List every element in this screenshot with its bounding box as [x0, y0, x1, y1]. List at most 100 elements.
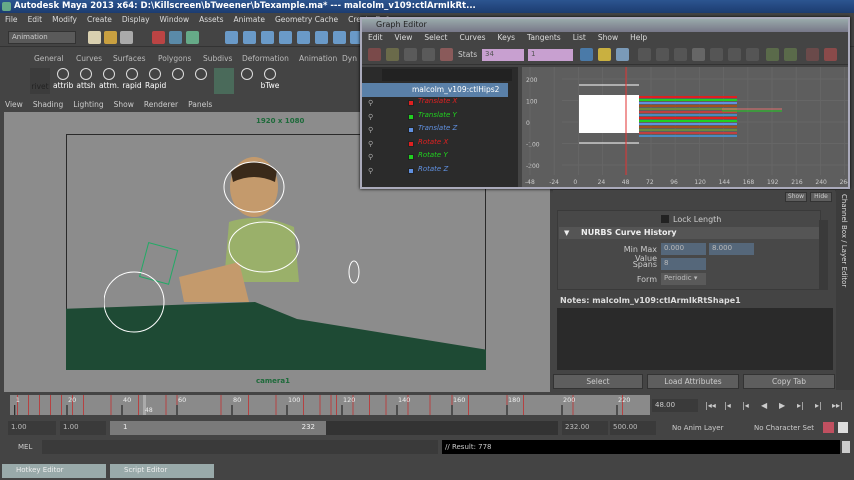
channel-box-tab[interactable]: Channel Box / Layer Editor	[836, 190, 854, 390]
panel-menu-lighting[interactable]: Lighting	[68, 98, 108, 112]
ge-menu-help[interactable]: Help	[624, 32, 653, 45]
panel-menu-view[interactable]: View	[0, 98, 28, 112]
stats-field-value[interactable]: 1	[528, 49, 573, 61]
shelf-tab-general[interactable]: General	[34, 54, 64, 63]
shelf-item-rivet[interactable]: rivet	[30, 68, 50, 94]
panel-menu-renderer[interactable]: Renderer	[139, 98, 183, 112]
shelf-item-attsh[interactable]: attsh	[76, 68, 96, 94]
snap-point-icon[interactable]	[261, 31, 274, 44]
shelf-tab-polygons[interactable]: Polygons	[158, 54, 191, 63]
ge-menu-show[interactable]: Show	[592, 32, 624, 45]
panel-menu-show[interactable]: Show	[109, 98, 139, 112]
step-forward-frame-button[interactable]: ▸|	[797, 401, 804, 410]
menu-modify[interactable]: Modify	[47, 13, 82, 28]
graph-editor-title[interactable]: Graph Editor	[362, 19, 848, 32]
snap-surface-icon[interactable]	[297, 31, 310, 44]
playback-start-field[interactable]: 1.00	[60, 421, 106, 435]
history-icon[interactable]	[315, 31, 328, 44]
command-input[interactable]	[42, 440, 438, 454]
plateau-tangent-icon[interactable]	[746, 48, 759, 61]
hide-button[interactable]: Hide	[810, 192, 832, 202]
step-back-key-button[interactable]: |◂	[724, 401, 731, 410]
menu-set-dropdown[interactable]: Animation	[8, 31, 76, 44]
min-value-field[interactable]: 0.000	[661, 243, 706, 255]
shelf-tab-animation[interactable]: Animation	[299, 54, 337, 63]
channel-row[interactable]: ⚲ Translate Y	[362, 111, 518, 125]
shelf-tab-dynamics[interactable]: Dyn	[342, 54, 357, 63]
center-current-time-icon[interactable]	[616, 48, 629, 61]
channel-row[interactable]: ⚲ Translate X	[362, 97, 518, 111]
shelf-item-script[interactable]	[191, 68, 211, 94]
step-back-frame-button[interactable]: |◂	[742, 401, 749, 410]
render-icon[interactable]	[333, 31, 346, 44]
stepped-tangent-icon[interactable]	[728, 48, 741, 61]
load-attributes-button[interactable]: Load Attributes	[647, 374, 739, 389]
retime-tool-icon[interactable]	[440, 48, 453, 61]
go-to-end-button[interactable]: ▸▸|	[832, 401, 843, 410]
lattice-tool-icon[interactable]	[404, 48, 417, 61]
clamped-tangent-icon[interactable]	[674, 48, 687, 61]
snap-grid-icon[interactable]	[225, 31, 238, 44]
collapse-arrow-icon[interactable]: ▼	[564, 229, 569, 237]
character-set-dropdown[interactable]: No Character Set	[754, 424, 814, 432]
ge-menu-view[interactable]: View	[389, 32, 419, 45]
insert-key-tool-icon[interactable]	[386, 48, 399, 61]
shelf-tab-subdivs[interactable]: Subdivs	[203, 54, 232, 63]
snap-plane-icon[interactable]	[279, 31, 292, 44]
show-button[interactable]: Show	[785, 192, 807, 202]
curve-graph[interactable]: 200 100 0 -100 -200 -48 -24 0 24 48 72 96 120 144 168 1…	[522, 67, 848, 187]
notes-textarea[interactable]	[557, 308, 833, 370]
channel-row[interactable]: ⚲ Translate Z	[362, 124, 518, 138]
nurbs-curve-history-section[interactable]: NURBS Curve History	[559, 227, 819, 239]
step-forward-key-button[interactable]: ▸|	[815, 401, 822, 410]
form-dropdown[interactable]: Periodic ▾	[661, 273, 706, 285]
preferences-icon[interactable]	[838, 422, 848, 433]
end-time-field[interactable]: 500.00	[610, 421, 656, 435]
play-forwards-button[interactable]: ▶	[779, 401, 785, 410]
move-key-tool-icon[interactable]	[368, 48, 381, 61]
shelf-item-script[interactable]	[168, 68, 188, 94]
shelf-item-btweener[interactable]: bTwe	[260, 68, 280, 94]
hotkey-editor-task[interactable]: Hotkey Editor	[2, 464, 106, 478]
shelf-item-rapid[interactable]: rapid	[122, 68, 142, 94]
spline-tangent-icon[interactable]	[656, 48, 669, 61]
menu-create[interactable]: Create	[82, 13, 117, 28]
outliner-filter-field[interactable]	[382, 69, 512, 81]
stats-field-frame[interactable]: 34	[482, 49, 524, 61]
channel-row[interactable]: ⚲ Rotate X	[362, 138, 518, 152]
menu-file[interactable]: File	[0, 13, 23, 28]
shelf-item-image[interactable]	[214, 68, 234, 94]
ge-menu-curves[interactable]: Curves	[453, 32, 491, 45]
select-hierarchy-icon[interactable]	[152, 31, 165, 44]
ge-menu-select[interactable]: Select	[418, 32, 453, 45]
region-tool-icon[interactable]	[422, 48, 435, 61]
menu-window[interactable]: Window	[155, 13, 195, 28]
shelf-item-attrib[interactable]: attrib	[53, 68, 73, 94]
shelf-tab-deformation[interactable]: Deformation	[242, 54, 289, 63]
script-editor-task[interactable]: Script Editor	[110, 464, 214, 478]
menu-animate[interactable]: Animate	[229, 13, 270, 28]
time-slider[interactable]: 1 20 40 60 80 100 120 140 160 180 200 22048	[10, 395, 650, 415]
auto-key-icon[interactable]	[823, 422, 834, 433]
max-value-field[interactable]: 8.000	[709, 243, 754, 255]
outliner-node[interactable]: malcolm_v109:ctlHips2	[362, 83, 508, 97]
anim-layer-dropdown[interactable]: No Anim Layer	[672, 424, 723, 432]
spans-field[interactable]: 8	[661, 258, 706, 270]
flat-tangent-icon[interactable]	[710, 48, 723, 61]
frame-all-icon[interactable]	[580, 48, 593, 61]
open-scene-icon[interactable]	[104, 31, 117, 44]
select-component-icon[interactable]	[186, 31, 199, 44]
ge-menu-tangents[interactable]: Tangents	[521, 32, 567, 45]
shelf-tab-curves[interactable]: Curves	[76, 54, 102, 63]
linear-tangent-icon[interactable]	[692, 48, 705, 61]
shelf-tab-surfaces[interactable]: Surfaces	[113, 54, 145, 63]
script-editor-icon[interactable]	[842, 441, 850, 453]
attribute-scrollbar[interactable]	[819, 220, 828, 290]
free-tangent-weight-icon[interactable]	[806, 48, 819, 61]
copy-tab-button[interactable]: Copy Tab	[743, 374, 835, 389]
go-to-start-button[interactable]: |◂◂	[705, 401, 716, 410]
playback-end-field[interactable]: 232.00	[562, 421, 608, 435]
shelf-item-attm[interactable]: attm.	[99, 68, 119, 94]
channel-row[interactable]: ⚲ Rotate Z	[362, 165, 518, 179]
new-scene-icon[interactable]	[88, 31, 101, 44]
